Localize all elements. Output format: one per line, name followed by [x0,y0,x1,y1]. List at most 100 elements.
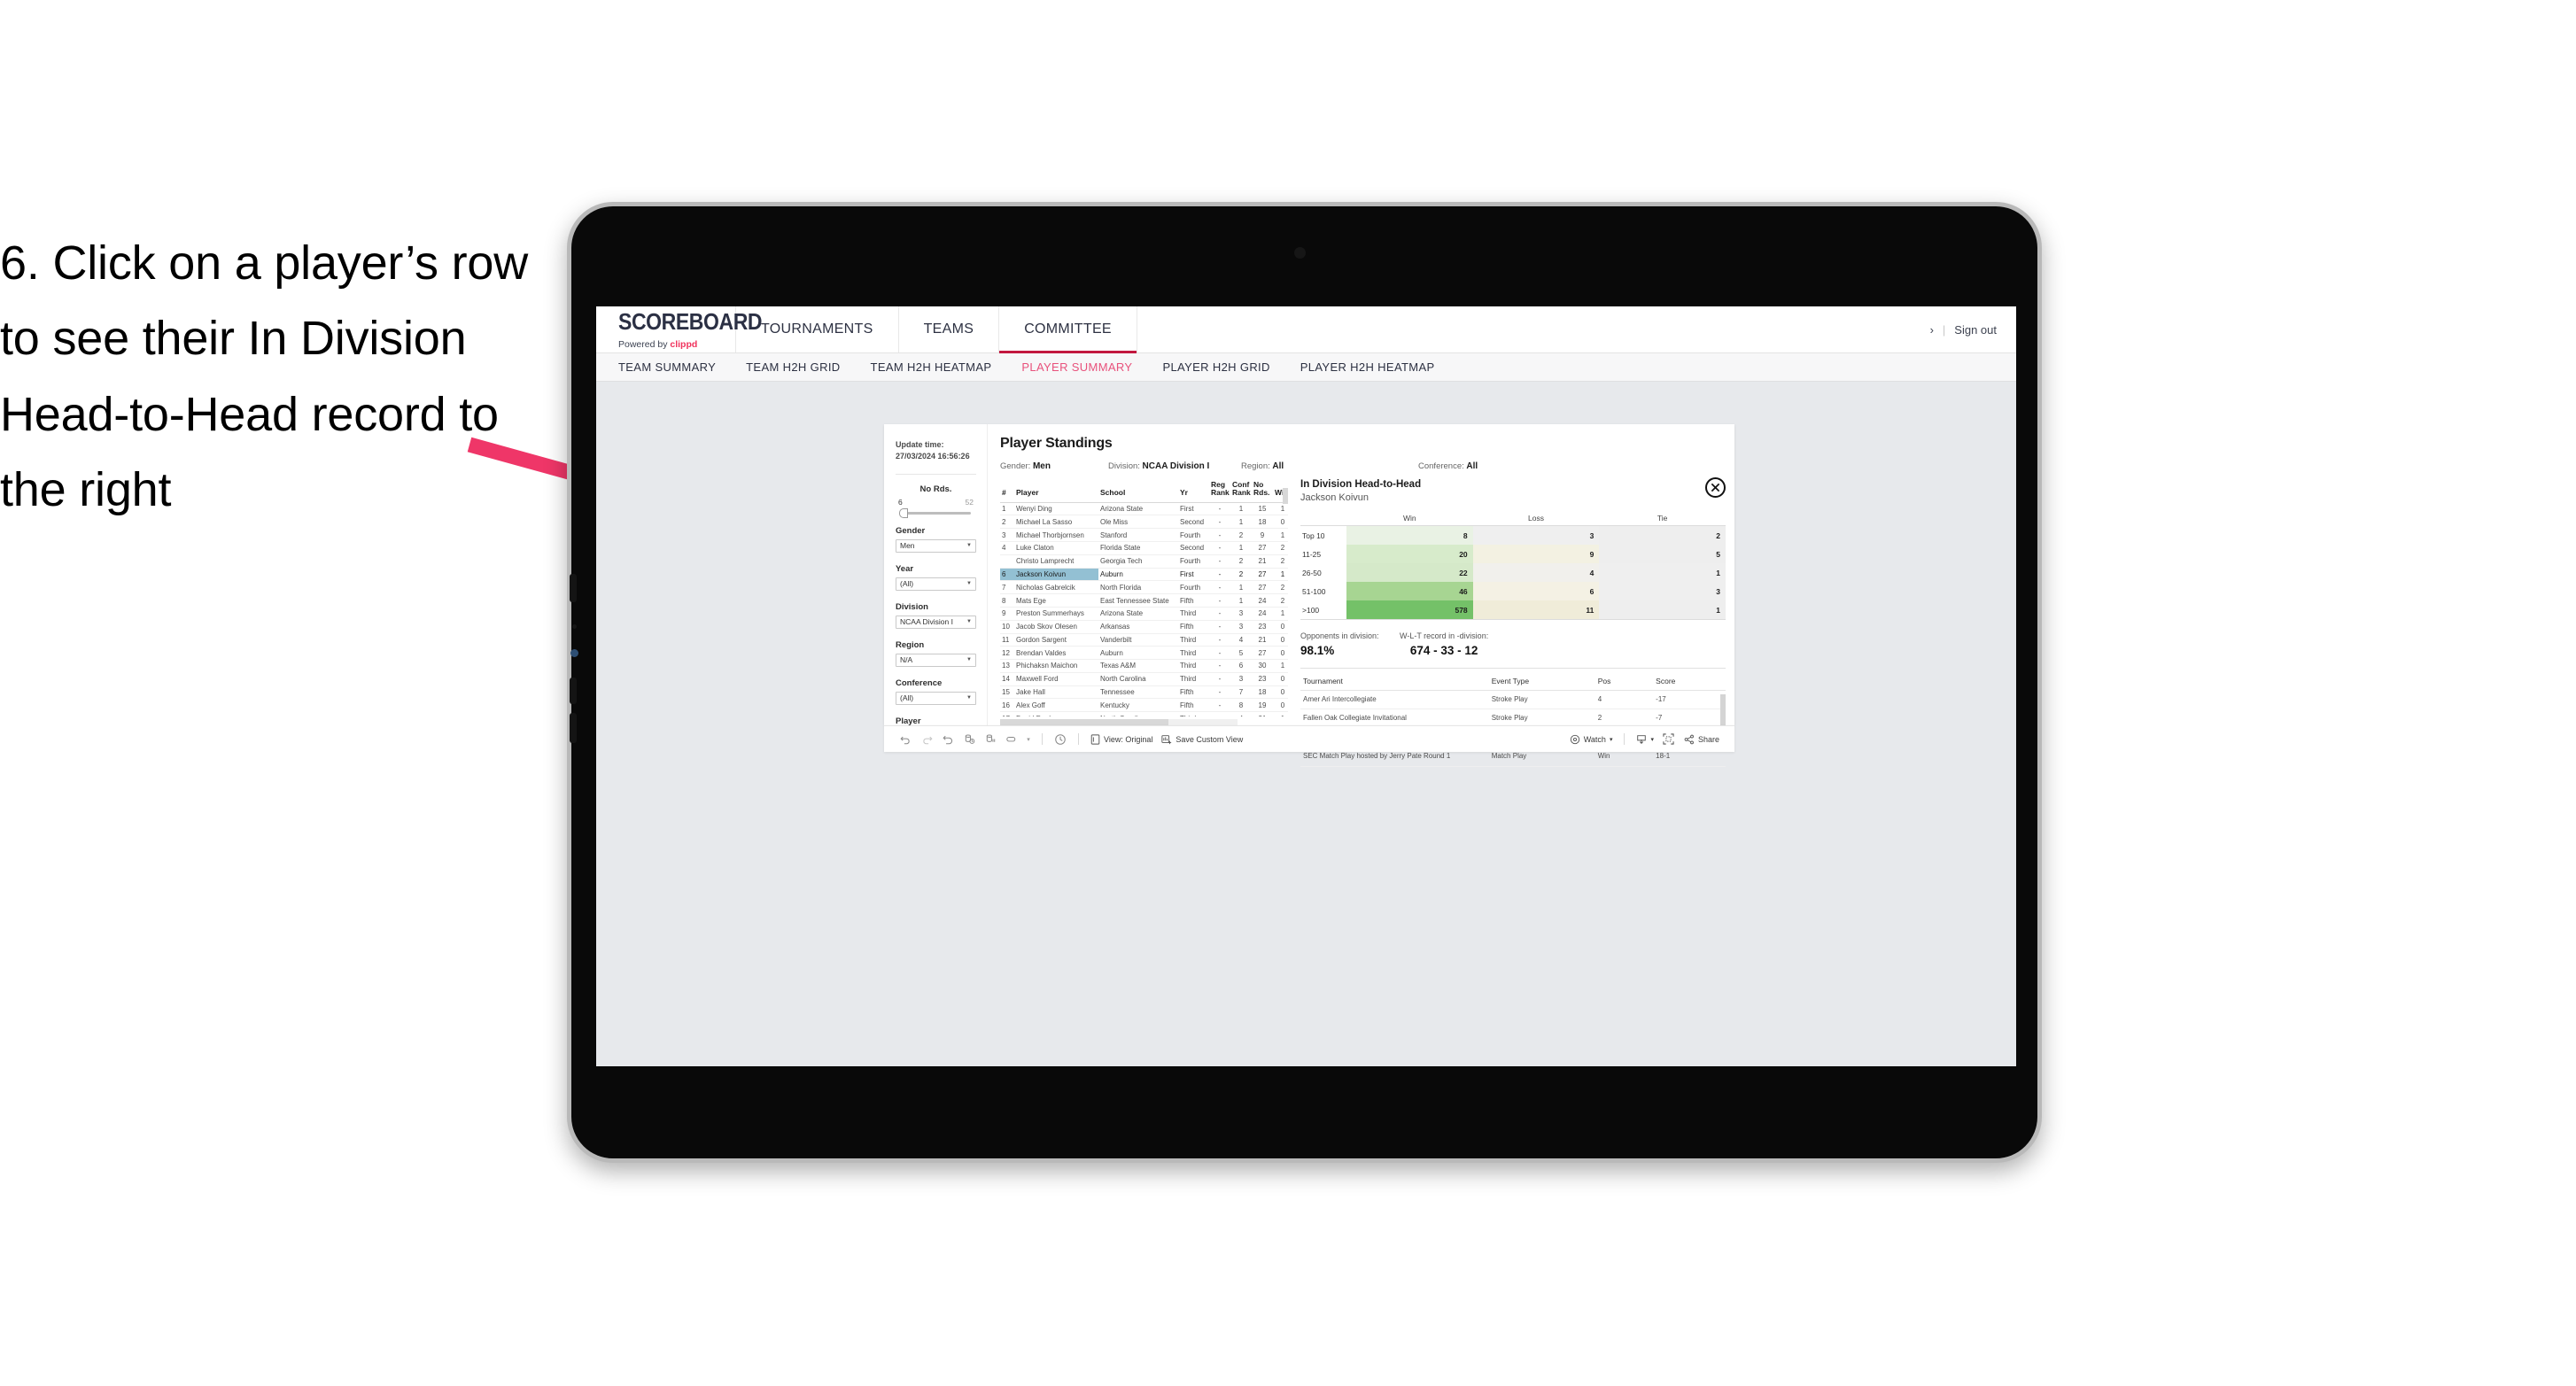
filter-region: Region N/A ▼ [896,640,976,667]
subnav-team-summary[interactable]: TEAM SUMMARY [618,360,716,374]
standings-horizontal-scrollbar[interactable] [1000,719,1238,725]
tournament-table: Tournament Event Type Pos Score Amer Ari… [1300,672,1726,767]
meta-region-label: Region: [1241,461,1270,471]
table-row[interactable]: 16 Alex Goff Kentucky Fifth -8 19 0 [1000,698,1288,713]
table-row[interactable]: 3 Michael Thorbjornsen Stanford Fourth -2 9 1 [1000,528,1288,543]
h2h-cell[interactable]: 20 [1346,545,1473,563]
revert-icon[interactable] [937,729,958,750]
col-pos[interactable]: Pos [1594,672,1654,691]
subnav-player-h2h-heatmap[interactable]: PLAYER H2H HEATMAP [1300,360,1435,374]
pause-updates-icon[interactable] [980,729,1001,750]
table-row[interactable]: 17David FordNorth CarolinaThird-4211 [1000,711,1288,716]
h2h-cell[interactable]: 578 [1346,600,1473,620]
h2h-cell[interactable]: 2 [1599,525,1726,545]
col-player[interactable]: Player [1014,479,1098,503]
subnav-team-h2h-grid[interactable]: TEAM H2H GRID [746,360,840,374]
refresh-data-icon[interactable] [958,729,980,750]
standings-vertical-scrollbar[interactable] [1283,488,1288,504]
no-rds-slider[interactable] [899,508,971,519]
topnav-teams[interactable]: TEAMS [899,306,1000,352]
table-row[interactable]: 14 Maxwell Ford North Carolina Third -3 23 0 [1000,672,1288,686]
table-row[interactable]: 2 Michael La Sasso Ole Miss Second -1 18 0 [1000,515,1288,530]
h2h-cell[interactable]: 11 [1472,600,1600,620]
h2h-cell[interactable]: 1 [1599,563,1726,582]
cell-no: 23 [1252,672,1273,686]
table-row[interactable]: 10 Jacob Skov Olesen Arkansas Fifth -3 23 0 [1000,620,1288,634]
standings-scroll-area[interactable]: # Player School Yr Reg Rank Conf Rank No… [1000,479,1288,716]
filter-conference: Conference (All) ▼ [896,678,976,705]
tournament-row[interactable]: Amer Ari Intercollegiate Stroke Play 4 -17 [1300,690,1726,710]
cell-wins: 2 [1273,593,1288,608]
h2h-cell[interactable]: 5 [1599,545,1726,563]
filter-gender: Gender Men ▼ [896,526,976,553]
col-score[interactable]: Score [1653,672,1726,691]
h2h-cell[interactable]: 46 [1346,582,1473,600]
filter-player-label: Player [896,716,921,726]
h2h-row-label: 26-50 [1302,568,1322,577]
subnav-player-h2h-grid[interactable]: PLAYER H2H GRID [1162,360,1269,374]
table-row[interactable]: 12 Brendan Valdes Auburn Third -5 27 0 [1000,646,1288,661]
table-row[interactable]: 15 Jake Hall Tennessee Fifth -7 18 0 [1000,685,1288,700]
highlight-icon[interactable] [1001,729,1022,750]
col-rank[interactable]: # [1000,479,1014,503]
table-row[interactable]: Christo Lamprecht Georgia Tech Fourth -2 21 2 [1000,554,1288,569]
download-button[interactable]: ▾ [1632,734,1658,745]
cell-no: 18 [1252,515,1273,530]
h2h-cell[interactable]: 3 [1599,582,1726,600]
table-row[interactable]: 8 Mats Ege East Tennessee State Fifth -1 24 2 [1000,593,1288,608]
stat-wlt-value: 674 - 33 - 12 [1409,644,1478,657]
cell-rank: 10 [1000,620,1014,634]
undo-icon[interactable] [895,729,916,750]
topnav-committee[interactable]: COMMITTEE [999,306,1137,353]
side-button-mid [570,678,577,704]
filter-region-select[interactable]: N/A ▼ [896,653,976,667]
col-no-rds[interactable]: No Rds. [1252,479,1273,503]
col-reg-rank[interactable]: Reg Rank [1209,479,1230,503]
table-row[interactable]: 1 Wenyi Ding Arizona State First -1 15 1 [1000,502,1288,516]
sign-out-link[interactable]: Sign out [1954,323,1997,337]
cell-school: Ole Miss [1098,515,1178,530]
clock-icon[interactable] [1050,729,1071,750]
topnav-tournaments[interactable]: TOURNAMENTS [736,306,899,352]
filter-gender-select[interactable]: Men ▼ [896,538,976,553]
watch-button[interactable]: Watch ▾ [1565,734,1618,745]
redo-icon[interactable] [916,729,937,750]
chevron-down-icon[interactable]: ▾ [1022,729,1035,750]
h2h-cell[interactable]: 3 [1472,525,1600,545]
page-title: Player Standings [1000,436,1113,451]
table-row[interactable]: 7 Nicholas Gabrelcik North Florida Fourth -1… [1000,580,1288,595]
cell-reg: - [1209,646,1230,661]
col-yr[interactable]: Yr [1178,479,1209,503]
filter-division-select[interactable]: NCAA Division I ▼ [896,615,976,629]
table-row[interactable]: 4 Luke Claton Florida State Second -1 27 2 [1000,541,1288,555]
table-row[interactable]: 13 Phichaksn Maichon Texas A&M Third -6 30 1 [1000,659,1288,673]
cell-wins: 1 [1273,711,1288,716]
subnav-player-summary[interactable]: PLAYER SUMMARY [1021,360,1132,374]
table-row[interactable]: 11 Gordon Sargent Vanderbilt Third -4 21 0 [1000,633,1288,647]
col-school[interactable]: School [1098,479,1178,503]
save-custom-view-button[interactable]: Save Custom View [1157,734,1247,745]
subnav-team-h2h-heatmap[interactable]: TEAM H2H HEATMAP [871,360,992,374]
h2h-cell[interactable]: 6 [1472,582,1600,600]
h2h-cell[interactable]: 22 [1346,563,1473,582]
filter-year-select[interactable]: (All) ▼ [896,577,976,591]
col-tournament[interactable]: Tournament [1300,672,1489,691]
fullscreen-icon[interactable] [1658,729,1680,750]
table-row[interactable]: 6 Jackson Koivun Auburn First -2 27 1 [1000,568,1288,582]
user-chevron-icon[interactable]: › [1930,323,1934,337]
no-rds-slider-thumb[interactable] [899,508,908,519]
cell-yr: Third [1178,711,1209,716]
col-event-type[interactable]: Event Type [1488,672,1595,691]
h2h-cell[interactable]: 1 [1599,600,1726,620]
table-row[interactable]: 9 Preston Summerhays Arizona State Third -3 2… [1000,607,1288,621]
close-circle-icon[interactable] [1705,477,1726,498]
view-original-button[interactable]: View: Original [1086,733,1157,745]
standings-hscroll-thumb[interactable] [1000,719,1168,725]
h2h-cell[interactable]: 9 [1472,545,1600,563]
h2h-cell[interactable]: 8 [1346,525,1473,545]
cell-no: 27 [1252,580,1273,595]
h2h-cell[interactable]: 4 [1472,563,1600,582]
col-conf-rank[interactable]: Conf Rank [1230,479,1252,503]
filter-conference-select[interactable]: (All) ▼ [896,691,976,705]
share-button[interactable]: Share [1680,734,1724,745]
